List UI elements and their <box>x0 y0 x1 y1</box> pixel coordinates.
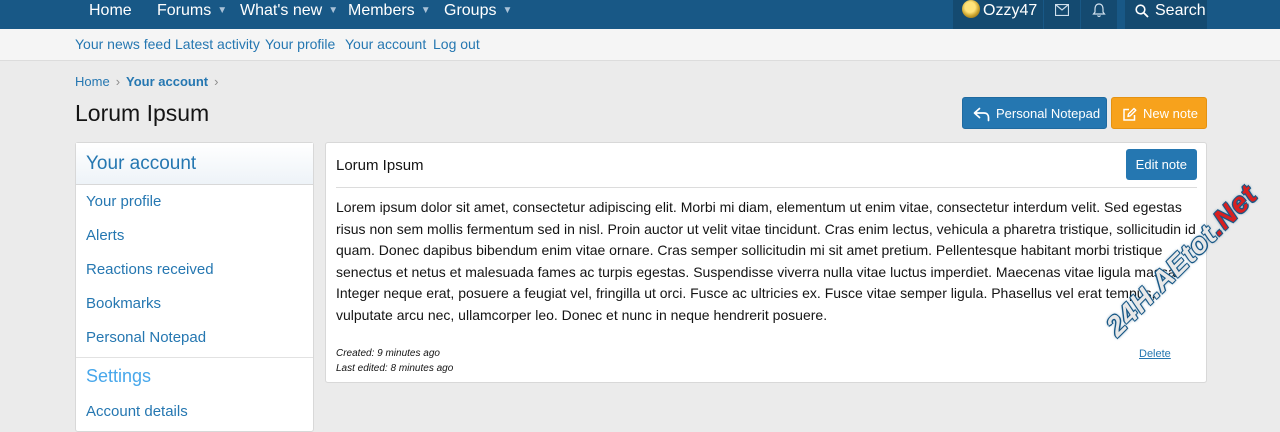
breadcrumb-home[interactable]: Home <box>75 74 110 89</box>
subnav-log-out[interactable]: Log out <box>433 29 480 60</box>
nav-forums[interactable]: Forums ▼ <box>157 0 227 29</box>
page-title: Lorum Ipsum <box>75 100 210 126</box>
username: Ozzy47 <box>983 2 1038 19</box>
edit-icon <box>1123 107 1137 121</box>
chevron-down-icon: ▼ <box>502 5 513 16</box>
bell-icon <box>1092 3 1106 18</box>
nav-whats-new-label: What's new <box>240 2 323 19</box>
chevron-down-icon: ▼ <box>328 5 339 16</box>
note-body: Lorem ipsum dolor sit amet, consectetur … <box>336 199 1196 323</box>
subnav-your-profile[interactable]: Your profile <box>265 29 335 60</box>
subnav-your-account[interactable]: Your account <box>345 29 426 60</box>
envelope-icon <box>1055 4 1069 16</box>
breadcrumb-separator: › <box>115 74 121 89</box>
sub-navigation-bar: Your news feed Latest activity Your prof… <box>0 29 1280 61</box>
nav-home-label: Home <box>89 2 132 19</box>
sidebar-item-bookmarks[interactable]: Bookmarks <box>76 287 313 321</box>
chevron-down-icon: ▼ <box>420 5 431 16</box>
delete-note-link[interactable]: Delete <box>1139 348 1171 360</box>
subnav-latest-activity[interactable]: Latest activity <box>175 29 260 60</box>
nav-home[interactable]: Home <box>89 0 132 29</box>
search-icon <box>1135 4 1149 18</box>
top-navigation-bar: Home Forums ▼ What's new ▼ Members ▼ Groups… <box>0 0 1280 29</box>
sidebar-item-reactions-received[interactable]: Reactions received <box>76 253 313 287</box>
note-title: Lorum Ipsum <box>336 157 424 174</box>
chevron-down-icon: ▼ <box>217 5 228 16</box>
sidebar-header: Your account <box>76 143 313 185</box>
note-panel: Lorum Ipsum Edit note Lorem ipsum dolor … <box>325 142 1207 383</box>
inbox-button[interactable] <box>1044 0 1080 29</box>
search-button[interactable]: Search <box>1125 0 1207 29</box>
sidebar-item-alerts[interactable]: Alerts <box>76 219 313 253</box>
user-account-link[interactable]: Ozzy47 <box>962 0 1037 29</box>
panel-divider <box>336 187 1197 188</box>
nav-whats-new[interactable]: What's new ▼ <box>240 0 338 29</box>
note-created-time: Created: 9 minutes ago <box>336 348 440 359</box>
nav-members-label: Members <box>348 2 415 19</box>
sidebar-item-your-profile[interactable]: Your profile <box>76 185 313 219</box>
nav-members[interactable]: Members ▼ <box>348 0 431 29</box>
avatar <box>962 0 980 18</box>
note-last-edited-time: Last edited: 8 minutes ago <box>336 363 454 374</box>
sidebar-item-personal-notepad[interactable]: Personal Notepad <box>76 321 313 355</box>
edit-note-button[interactable]: Edit note <box>1125 149 1197 180</box>
account-sidebar: Your account Your profile Alerts Reactio… <box>75 142 314 432</box>
nav-forums-label: Forums <box>157 2 212 19</box>
personal-notepad-button[interactable]: Personal Notepad <box>962 97 1107 129</box>
search-label: Search <box>1155 2 1206 19</box>
nav-groups[interactable]: Groups ▼ <box>444 0 512 29</box>
subnav-your-news-feed[interactable]: Your news feed <box>75 29 171 60</box>
breadcrumb: Home › Your account › <box>75 74 224 89</box>
breadcrumb-your-account[interactable]: Your account <box>126 74 208 89</box>
new-note-label: New note <box>1143 106 1198 121</box>
new-note-button[interactable]: New note <box>1111 97 1207 129</box>
sidebar-section-settings: Settings <box>86 366 152 386</box>
personal-notepad-label: Personal Notepad <box>996 106 1101 121</box>
nav-groups-label: Groups <box>444 2 497 19</box>
reply-arrow-icon <box>973 107 990 122</box>
breadcrumb-separator: › <box>214 74 219 89</box>
user-menu[interactable]: Ozzy47 <box>953 0 1043 29</box>
alerts-button[interactable] <box>1081 0 1117 29</box>
